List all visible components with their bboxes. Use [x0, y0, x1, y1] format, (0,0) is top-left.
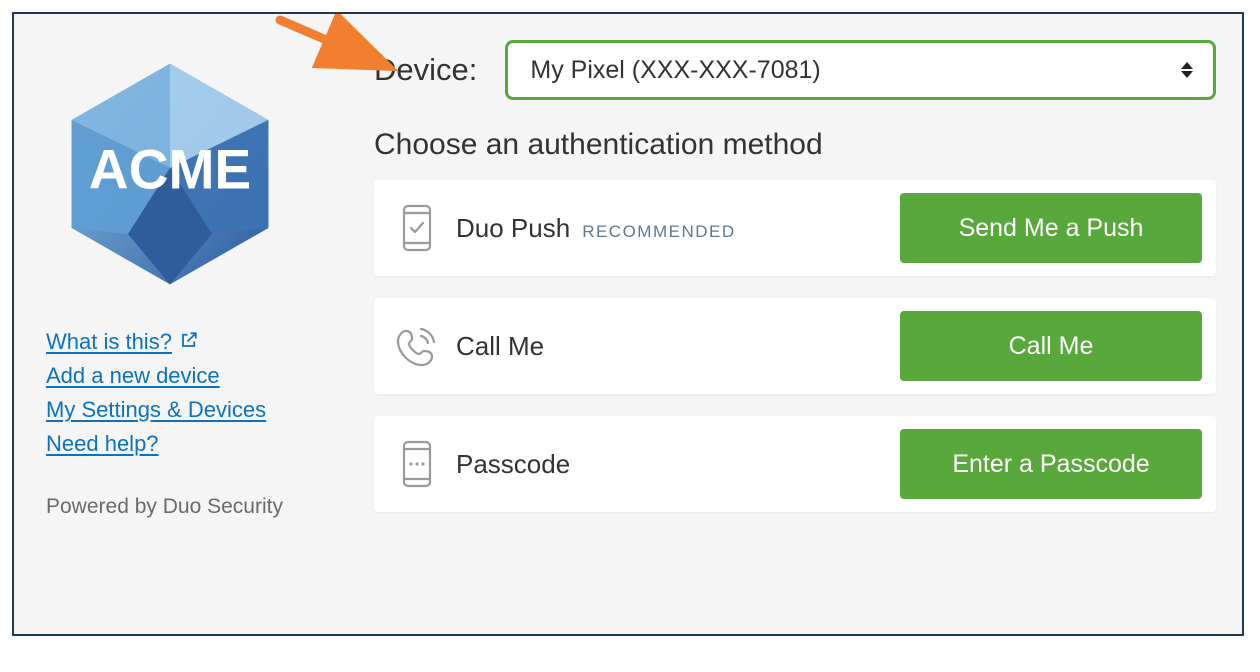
- method-title-passcode: Passcode: [456, 449, 570, 480]
- what-is-this-link[interactable]: What is this?: [46, 329, 266, 355]
- device-select-value: My Pixel (XXX-XXX-7081): [530, 56, 820, 85]
- device-row: Device: My Pixel (XXX-XXX-7081): [374, 40, 1216, 100]
- method-title-text: Passcode: [456, 449, 570, 480]
- choose-method-heading: Choose an authentication method: [374, 128, 1216, 162]
- call-me-button[interactable]: Call Me: [900, 311, 1202, 381]
- logo-text: ACME: [89, 138, 252, 200]
- recommended-badge: RECOMMENDED: [582, 222, 735, 242]
- org-logo: ACME: [40, 44, 300, 304]
- need-help-link[interactable]: Need help?: [46, 431, 266, 457]
- device-label: Device:: [374, 52, 477, 88]
- settings-devices-link[interactable]: My Settings & Devices: [46, 397, 266, 423]
- send-push-button[interactable]: Send Me a Push: [900, 193, 1202, 263]
- powered-by-text: Powered by Duo Security: [46, 495, 283, 519]
- call-phone-icon: [392, 323, 442, 369]
- add-device-link[interactable]: Add a new device: [46, 363, 266, 389]
- method-title-text: Duo Push: [456, 213, 570, 244]
- method-list: Duo Push RECOMMENDED Send Me a Push Call…: [374, 180, 1216, 512]
- select-arrows-icon: [1181, 62, 1193, 78]
- device-select[interactable]: My Pixel (XXX-XXX-7081): [505, 40, 1216, 100]
- passcode-device-icon: [392, 440, 442, 488]
- method-title-push: Duo Push RECOMMENDED: [456, 213, 736, 244]
- method-row-push: Duo Push RECOMMENDED Send Me a Push: [374, 180, 1216, 276]
- sidebar: ACME What is this? Add a new device My S…: [40, 36, 350, 614]
- enter-passcode-button[interactable]: Enter a Passcode: [900, 429, 1202, 499]
- auth-prompt-frame: ACME What is this? Add a new device My S…: [12, 12, 1244, 636]
- method-title-text: Call Me: [456, 331, 544, 362]
- link-label: What is this?: [46, 329, 172, 355]
- push-device-icon: [392, 204, 442, 252]
- main-panel: Device: My Pixel (XXX-XXX-7081) Choose a…: [350, 36, 1216, 614]
- method-row-call: Call Me Call Me: [374, 298, 1216, 394]
- method-title-call: Call Me: [456, 331, 544, 362]
- sidebar-links: What is this? Add a new device My Settin…: [46, 329, 266, 457]
- external-link-icon: [180, 329, 198, 355]
- method-row-passcode: Passcode Enter a Passcode: [374, 416, 1216, 512]
